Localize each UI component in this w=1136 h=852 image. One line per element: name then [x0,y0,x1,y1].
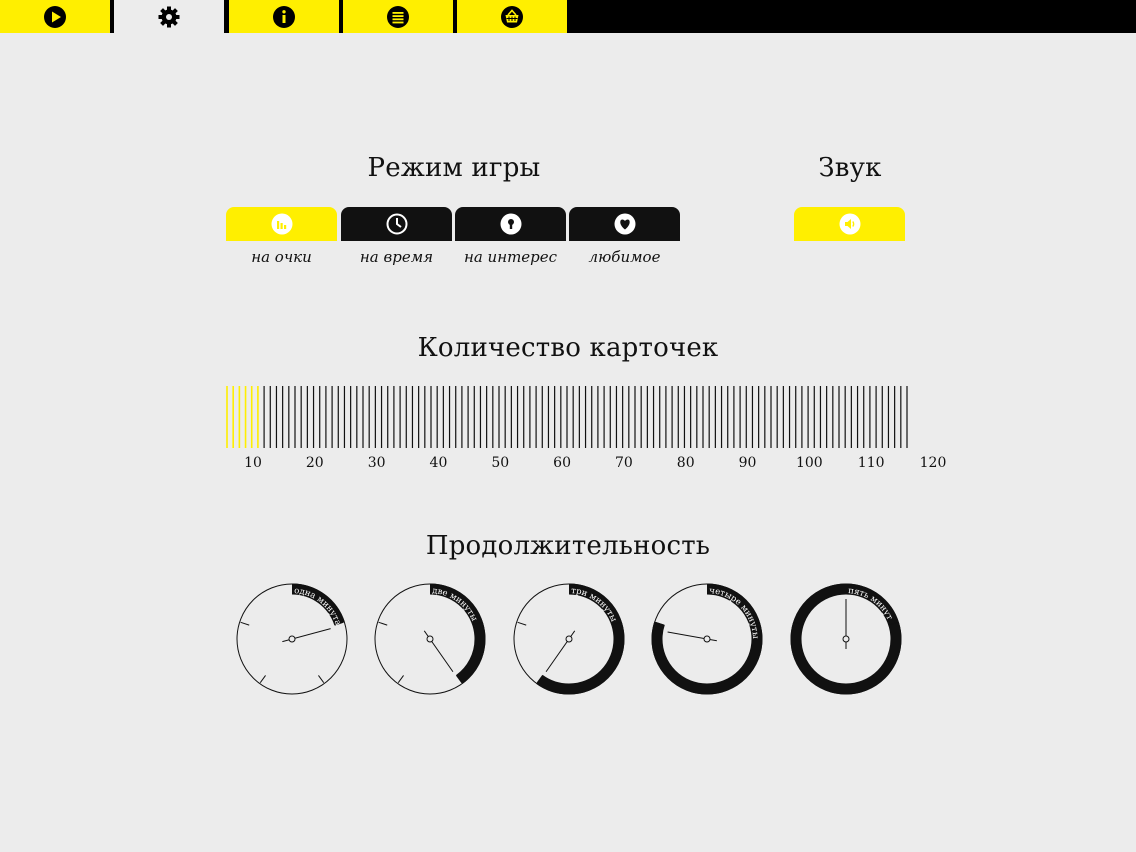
mode-points-button[interactable] [226,207,337,241]
tab-list[interactable] [343,0,453,33]
cards-tick-label: 20 [305,455,324,471]
cards-tick-label: 110 [857,455,885,471]
speaker-icon [839,213,860,235]
mode-interest-button[interactable] [455,207,566,241]
duration-option-5[interactable]: пять минут [790,583,902,695]
tab-info[interactable] [229,0,339,33]
cards-tick-label: 90 [738,455,757,471]
cards-title: Количество карточек [417,333,719,363]
chart-icon [271,213,292,235]
keyhole-icon [500,213,521,235]
tab-play[interactable] [0,0,110,33]
sound-toggle-button[interactable] [794,207,905,241]
basket-icon [501,5,523,28]
cards-tick-label: 40 [429,455,448,471]
duration-option-2[interactable]: две минуты [374,583,486,695]
cards-tick-label: 120 [919,455,947,471]
cards-tick-label: 60 [553,455,571,471]
play-icon [44,5,66,28]
mode-favorite-label: любимое [588,248,661,266]
list-icon [387,5,409,28]
cards-tick-label: 100 [795,455,823,471]
duration-title: Продолжительность [425,531,711,561]
cards-tick-label: 70 [614,455,633,471]
clock-icon [386,213,407,235]
sound-title: Звук [818,153,882,183]
cards-count-slider[interactable] [220,384,920,450]
duration-option-1[interactable]: одна минута [236,583,348,695]
mode-favorite-button[interactable] [569,207,680,241]
cards-tick-label: 80 [676,455,695,471]
mode-points-label: на очки [251,248,312,266]
cards-tick-label: 30 [367,455,386,471]
info-icon [273,5,295,28]
tab-shop[interactable] [457,0,567,33]
gear-icon [158,6,180,27]
tab-settings[interactable] [114,0,224,33]
mode-time-label: на время [359,248,434,266]
game-mode-title: Режим игры [367,153,541,183]
mode-interest-label: на интерес [463,248,558,266]
cards-tick-label: 10 [244,455,262,471]
duration-option-4[interactable]: четыре минуты [651,583,763,695]
heart-icon [614,213,635,235]
mode-time-button[interactable] [341,207,452,241]
cards-tick-label: 50 [491,455,510,471]
duration-label: четыре минуты [709,586,761,639]
duration-option-3[interactable]: три минуты [513,583,625,695]
